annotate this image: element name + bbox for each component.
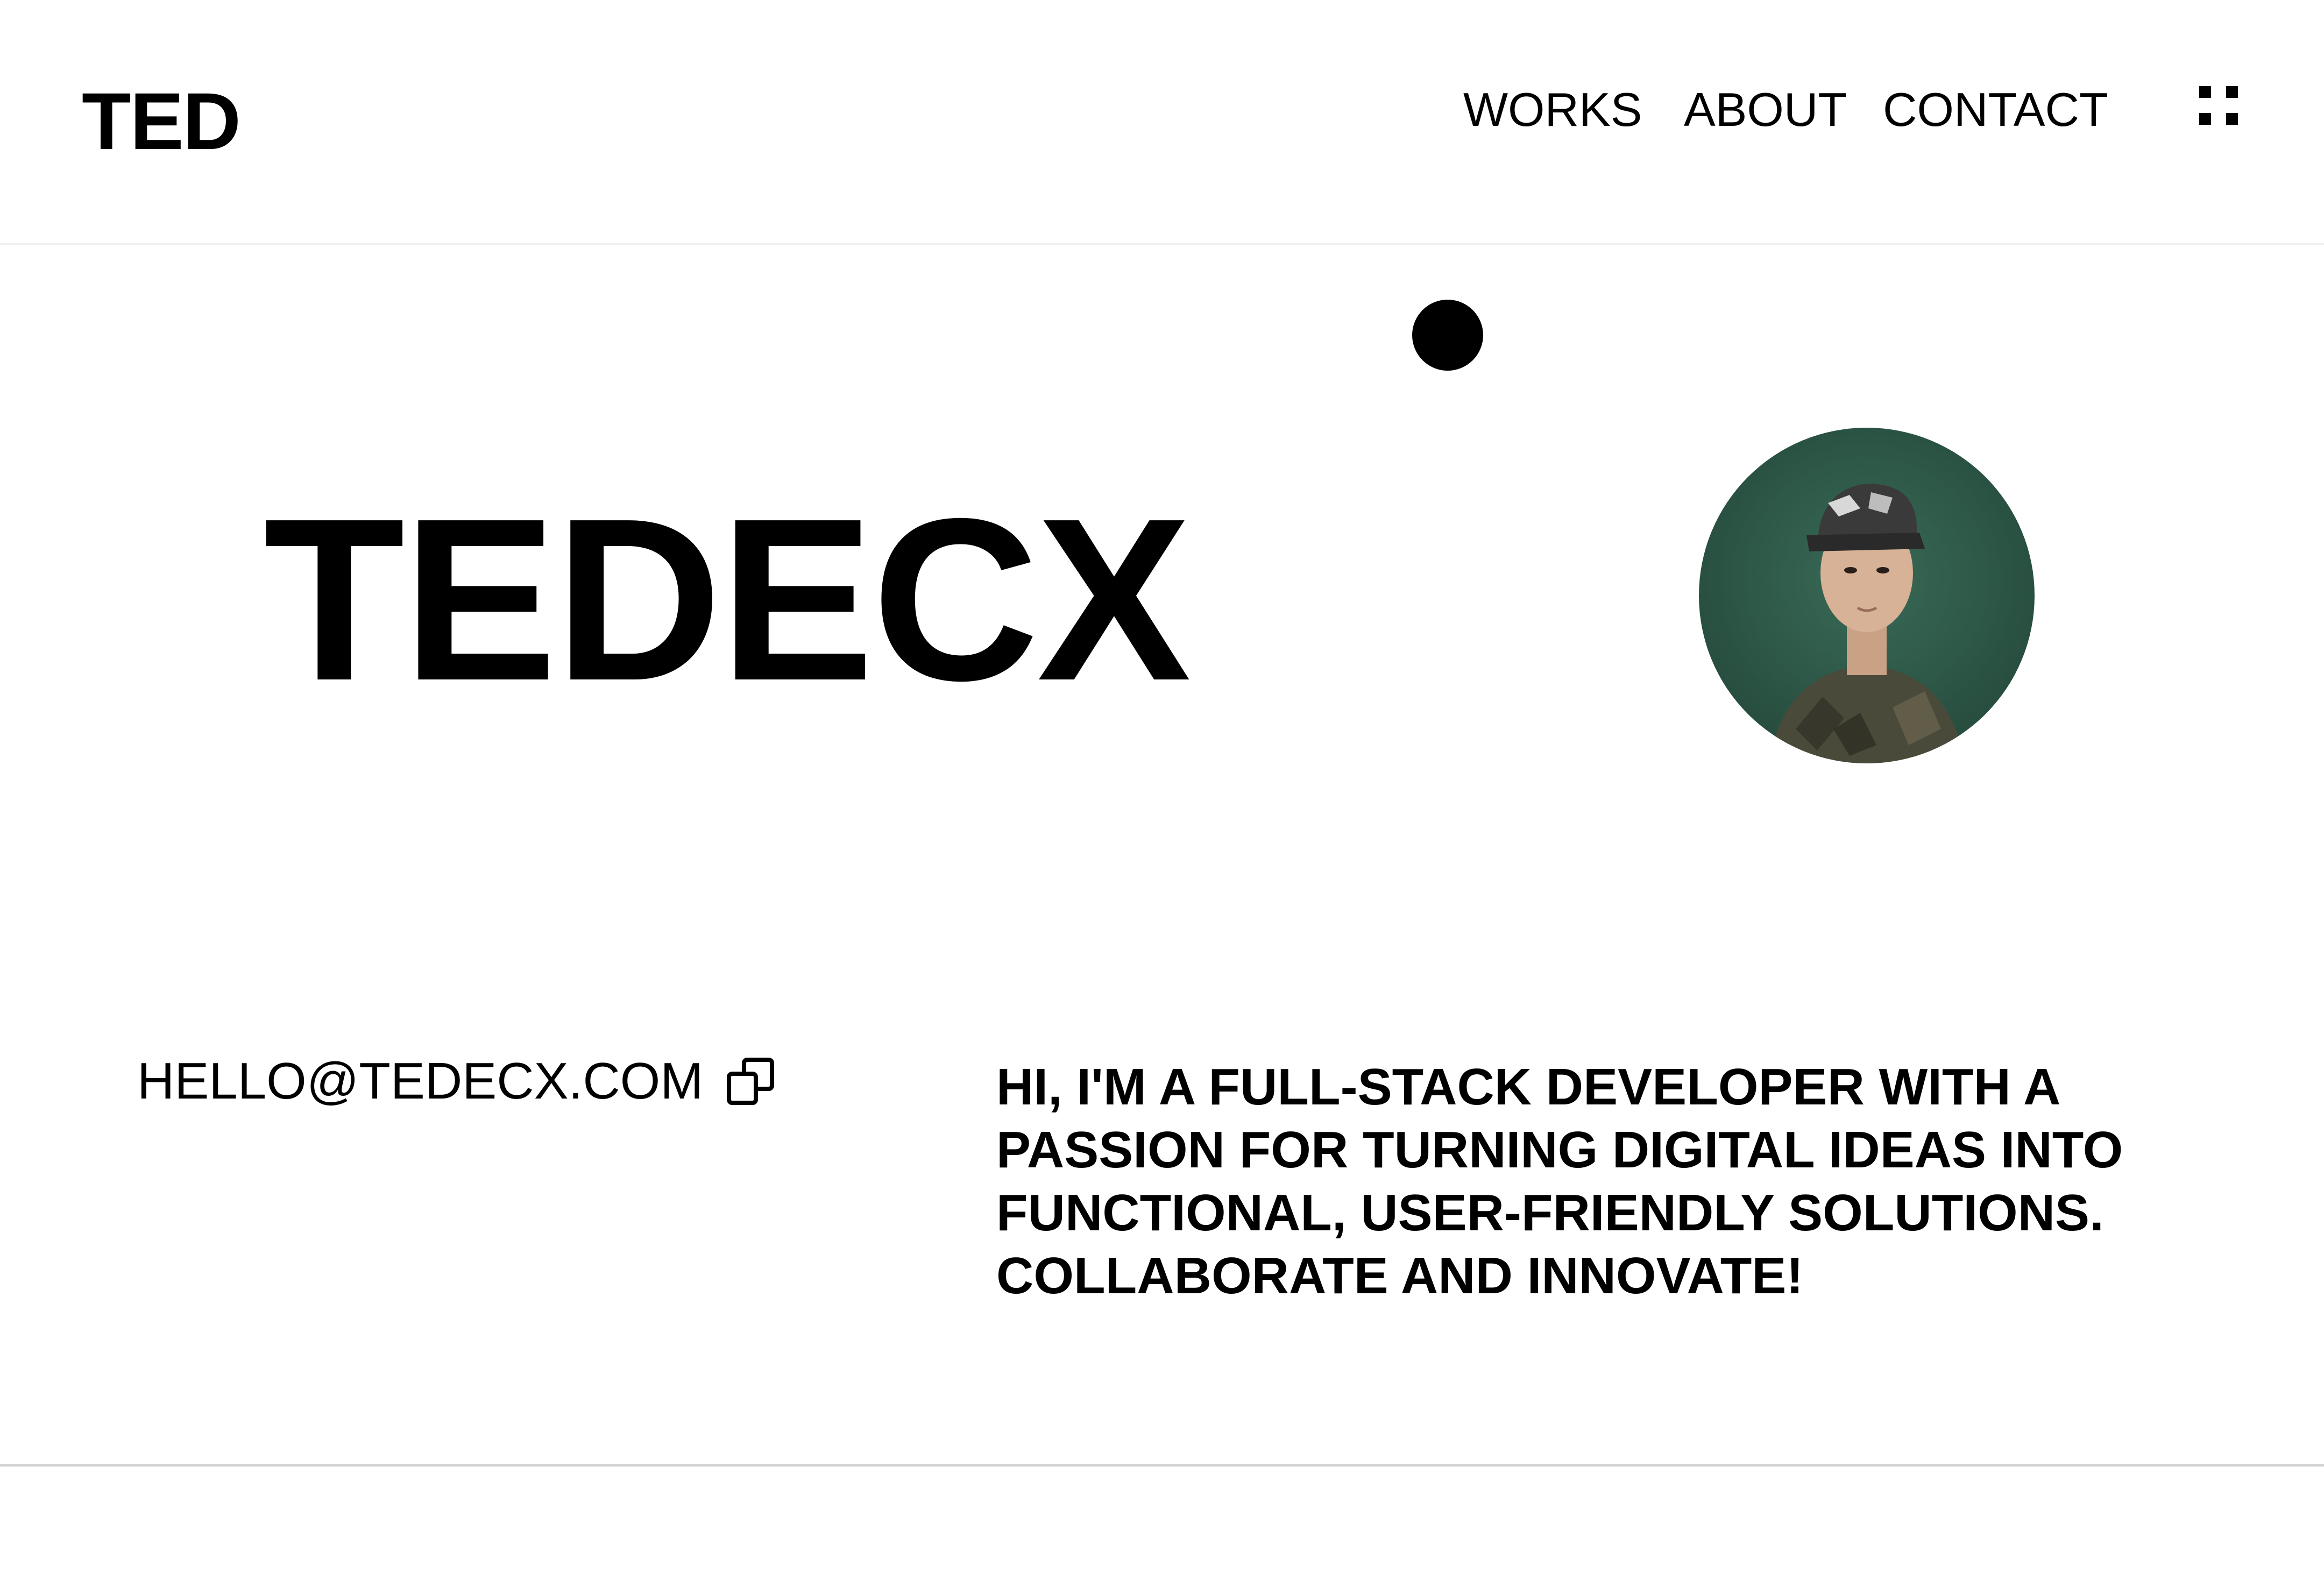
copy-icon[interactable] xyxy=(725,1055,776,1107)
site-logo[interactable]: TED xyxy=(82,81,241,161)
bio-text: HI, I'M A FULL-STACK DEVELOPER WITH A PA… xyxy=(996,1058,2123,1305)
cursor-dot xyxy=(1412,300,1483,371)
site-header: TED WORKS ABOUT CONTACT xyxy=(0,0,2324,245)
avatar xyxy=(1699,428,2035,763)
email-address[interactable]: HELLO@TEDECX.COM xyxy=(137,1055,703,1107)
email-block: HELLO@TEDECX.COM xyxy=(137,1055,776,1107)
hero-title: TEDECX xyxy=(264,471,1191,729)
section-divider xyxy=(0,1464,2324,1466)
grid-menu-icon[interactable] xyxy=(2199,86,2238,125)
nav-about[interactable]: ABOUT xyxy=(1684,86,1847,133)
nav-contact[interactable]: CONTACT xyxy=(1883,86,2108,133)
nav-works[interactable]: WORKS xyxy=(1463,86,1642,133)
